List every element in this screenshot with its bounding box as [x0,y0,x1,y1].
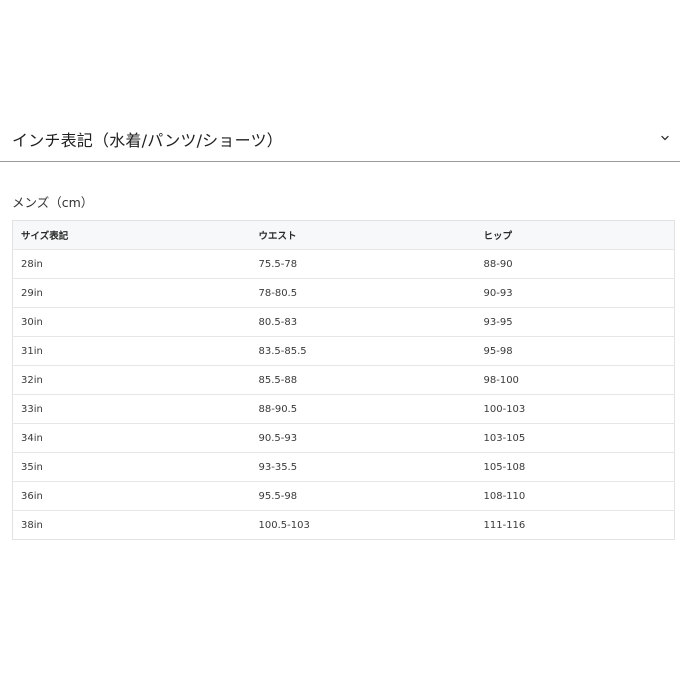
cell-waist: 85.5-88 [250,365,476,395]
cell-hip: 111-116 [483,519,526,531]
table-row: 32in 85.5-88 98-100 [12,365,675,395]
cell-waist: 78-80.5 [250,278,476,308]
table-row: 30in 80.5-83 93-95 [12,307,675,337]
cell-size: 28in [12,249,251,279]
cell-size: 30in [12,307,251,337]
cell-size: 29in [12,278,251,308]
cell-size: 38in [21,519,43,531]
cell-waist: 75.5-78 [250,249,476,279]
cell-waist: 93-35.5 [250,452,476,482]
chevron-down-icon[interactable] [660,133,670,143]
accordion-title: インチ表記（水着/パンツ/ショーツ） [12,131,283,150]
table-row: 29in 78-80.5 90-93 [12,278,675,308]
accordion-header[interactable]: インチ表記（水着/パンツ/ショーツ） [0,116,680,162]
cell-hip: 100-103 [475,394,675,424]
table-row: 38in 100.5-103 111-116 [13,511,675,540]
cell-hip: 98-100 [475,365,675,395]
cell-size: 33in [12,394,251,424]
cell-waist: 100.5-103 [258,519,310,531]
section-label: メンズ（cm） [12,195,94,210]
table-row: 35in 93-35.5 105-108 [12,452,675,482]
cell-hip: 90-93 [475,278,675,308]
cell-hip: 105-108 [475,452,675,482]
cell-size: 31in [12,336,251,366]
column-header-size: サイズ表記 [12,220,251,250]
cell-hip: 103-105 [475,423,675,453]
cell-size: 32in [12,365,251,395]
cell-waist: 90.5-93 [250,423,476,453]
cell-hip: 95-98 [475,336,675,366]
table-row: 28in 75.5-78 88-90 [12,249,675,279]
cell-waist: 88-90.5 [250,394,476,424]
cell-hip: 93-95 [475,307,675,337]
cell-waist: 95.5-98 [250,481,476,511]
size-table: サイズ表記 ウエスト ヒップ 28in 75.5-78 88-90 29in 7… [12,220,675,540]
cell-size: 36in [12,481,251,511]
table-row: 34in 90.5-93 103-105 [12,423,675,453]
table-row: 36in 95.5-98 108-110 [12,481,675,511]
cell-hip: 88-90 [475,249,675,279]
cell-waist: 80.5-83 [250,307,476,337]
table-row: 31in 83.5-85.5 95-98 [12,336,675,366]
column-header-hip: ヒップ [475,220,675,250]
table-header-row: サイズ表記 ウエスト ヒップ [12,220,675,250]
column-header-waist: ウエスト [250,220,476,250]
table-row: 33in 88-90.5 100-103 [12,394,675,424]
cell-size: 34in [12,423,251,453]
cell-hip: 108-110 [475,481,675,511]
cell-size: 35in [12,452,251,482]
cell-waist: 83.5-85.5 [250,336,476,366]
